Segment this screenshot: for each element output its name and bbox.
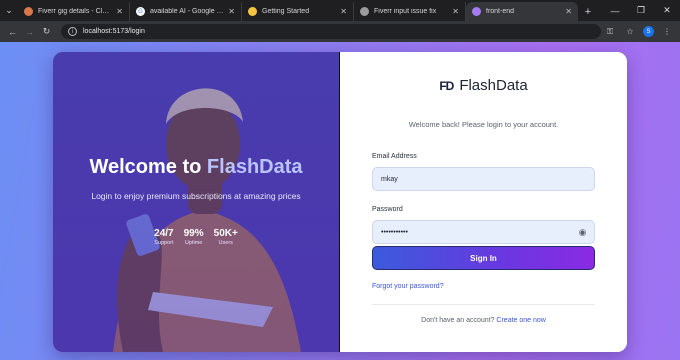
hero-title-brand: FlashData: [206, 156, 303, 178]
tab-0[interactable]: Fiverr gig details - Claude ✕: [18, 2, 130, 21]
create-account-link[interactable]: Create one now: [496, 317, 545, 324]
browser-toolbar: ← → ↻ i localhost:5173/login ⚿ ☆ S ⋮: [0, 21, 680, 42]
close-window-icon[interactable]: ✕: [654, 0, 680, 21]
signup-prompt: Don't have an account? Create one now: [340, 317, 627, 324]
forgot-password-link[interactable]: Forgot your password?: [372, 283, 444, 290]
tab-label: Fiverr input issue fix: [374, 8, 437, 15]
forward-arrow-icon[interactable]: →: [21, 23, 38, 40]
tab-3[interactable]: Fiverr input issue fix ✕: [354, 2, 466, 21]
welcome-message: Welcome back! Please login to your accou…: [408, 120, 559, 129]
login-card: Welcome to FlashData Login to enjoy prem…: [53, 52, 627, 352]
hero-stats: 24/7 Support 99% Uptime 50K+ Users: [53, 228, 339, 246]
password-value: •••••••••••: [381, 228, 408, 236]
password-key-icon[interactable]: ⚿: [603, 25, 617, 39]
address-bar[interactable]: i localhost:5173/login: [61, 24, 601, 39]
menu-kebab-icon[interactable]: ⋮: [660, 25, 674, 39]
tab-label: available AI - Google Search: [150, 8, 224, 15]
stat-label: Support: [154, 240, 174, 246]
tab-label: Getting Started: [262, 8, 310, 15]
vite-favicon-icon: [248, 7, 257, 16]
hero-title: Welcome to FlashData: [53, 156, 339, 179]
hero-subtitle: Login to enjoy premium subscriptions at …: [91, 191, 301, 201]
email-label: Email Address: [372, 153, 417, 160]
reload-icon[interactable]: ↻: [38, 23, 55, 40]
site-info-icon[interactable]: i: [68, 27, 77, 36]
close-icon[interactable]: ✕: [452, 7, 459, 16]
claude-favicon-icon: [24, 7, 33, 16]
tab-1[interactable]: G available AI - Google Search ✕: [130, 2, 242, 21]
stat-value: 24/7: [154, 228, 174, 239]
login-form-panel: FD FlashData Welcome back! Please login …: [340, 52, 627, 352]
stat-support: 24/7 Support: [154, 228, 173, 246]
close-icon[interactable]: ✕: [116, 7, 123, 16]
tab-4-active[interactable]: front-end ✕: [466, 2, 578, 21]
toolbar-actions: ⚿ ☆ S ⋮: [603, 25, 676, 39]
hero-overlay: [53, 52, 339, 352]
tab-search-icon[interactable]: ⌄: [0, 0, 18, 21]
stat-value: 50K+: [213, 228, 238, 239]
google-favicon-icon: G: [136, 7, 145, 16]
stat-users: 50K+ Users: [214, 228, 238, 246]
tab-2[interactable]: Getting Started ✕: [242, 2, 354, 21]
hero-title-prefix: Welcome to: [89, 156, 207, 178]
new-tab-button[interactable]: +: [578, 2, 598, 21]
close-icon[interactable]: ✕: [565, 7, 572, 16]
browser-tab-strip: ⌄ Fiverr gig details - Claude ✕ G availa…: [0, 0, 680, 21]
brand-name: FlashData: [459, 77, 528, 94]
signup-prompt-text: Don't have an account?: [421, 317, 497, 324]
minimize-icon[interactable]: —: [602, 0, 628, 21]
hero-panel: Welcome to FlashData Login to enjoy prem…: [53, 52, 339, 352]
restore-icon[interactable]: ❐: [628, 0, 654, 21]
url-text: localhost:5173/login: [83, 28, 145, 35]
window-controls: — ❐ ✕: [602, 0, 680, 21]
email-value: mkay: [381, 175, 398, 183]
back-arrow-icon[interactable]: ←: [4, 23, 21, 40]
email-field[interactable]: mkay: [372, 167, 595, 191]
brand-logo: FD FlashData: [340, 77, 627, 94]
close-icon[interactable]: ✕: [340, 7, 347, 16]
tab-label: Fiverr gig details - Claude: [38, 8, 113, 15]
stat-label: Users: [218, 240, 233, 246]
profile-avatar[interactable]: S: [643, 26, 654, 37]
brand-logo-icon: FD: [439, 78, 454, 93]
sign-in-button[interactable]: Sign In: [372, 246, 595, 270]
stat-value: 99%: [183, 228, 204, 239]
show-password-eye-icon[interactable]: ◉: [577, 227, 588, 238]
chat-favicon-icon: [360, 7, 369, 16]
tab-label: front-end: [486, 8, 515, 15]
page-background: Welcome to FlashData Login to enjoy prem…: [0, 42, 680, 360]
stat-uptime: 99% Uptime: [184, 228, 204, 246]
password-field[interactable]: ••••••••••• ◉: [372, 220, 595, 244]
bookmark-star-icon[interactable]: ☆: [623, 25, 637, 39]
password-label: Password: [372, 206, 403, 213]
close-icon[interactable]: ✕: [228, 7, 235, 16]
form-divider: [372, 304, 595, 305]
stat-label: Uptime: [184, 240, 203, 246]
app-favicon-icon: [472, 7, 481, 16]
